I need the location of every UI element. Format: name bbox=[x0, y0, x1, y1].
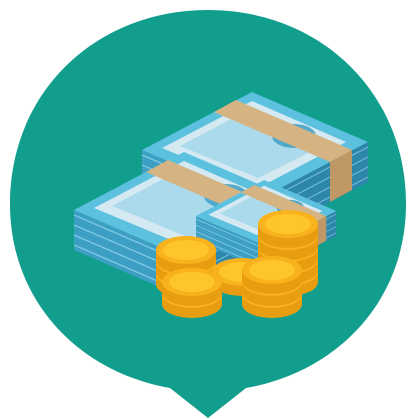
money-badge-illustration bbox=[0, 0, 416, 419]
coin-pile-front-left bbox=[162, 268, 222, 318]
money-pile-icon bbox=[10, 10, 406, 418]
coin-pile-front-right bbox=[242, 256, 302, 318]
